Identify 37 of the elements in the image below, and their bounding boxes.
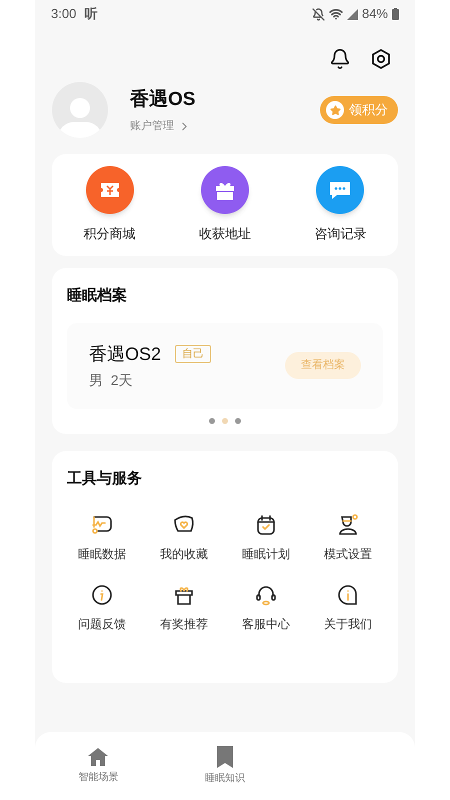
tool-item[interactable]: 客服中心 [225,582,307,632]
ticket-icon [86,166,134,214]
person-icon [336,512,360,536]
user-name: 香遇OS [130,88,196,112]
signal-icon [346,8,358,20]
chat-bubble-icon [316,166,364,214]
nav-tab[interactable]: 智能场景 [35,747,162,785]
info-icon [336,582,360,606]
tool-item[interactable]: 有奖推荐 [143,582,225,632]
tool-item[interactable]: 模式设置 [307,512,389,562]
section-title: 工具与服务 [67,469,143,489]
battery-icon [392,8,399,20]
profile-name: 香遇OS2 [89,342,162,366]
bookmark-icon [216,746,233,768]
self-tag: 自己 [175,344,212,364]
section-title: 睡眠档案 [67,286,128,306]
wifi-icon [328,7,343,21]
home-icon [87,747,110,767]
shortcut-item[interactable]: 咨询记录 [282,166,398,244]
calendar-icon [254,512,278,536]
status-time: 3:00 [51,5,76,24]
tool-item[interactable]: 关于我们 [307,582,389,632]
tool-item[interactable]: 我的收藏 [143,512,225,562]
bell-off-icon [312,8,325,20]
info-icon [90,582,114,606]
profile-details: 男 2天 [89,370,134,390]
notification-button[interactable] [329,48,351,70]
nav-tab[interactable]: 睡眠知识 [162,746,288,786]
settings-button[interactable] [371,48,391,70]
gift-icon [200,166,249,214]
shortcut-item[interactable]: 收获地址 [167,166,283,244]
battery-percent: 84% [362,5,388,24]
tool-item[interactable]: 睡眠数据 [61,512,143,562]
app-glyph: 听 [84,5,98,24]
tool-item[interactable]: 问题反馈 [61,582,143,632]
tool-item[interactable]: 睡眠计划 [225,512,307,562]
shortcut-item[interactable]: 积分商城 [52,166,168,244]
